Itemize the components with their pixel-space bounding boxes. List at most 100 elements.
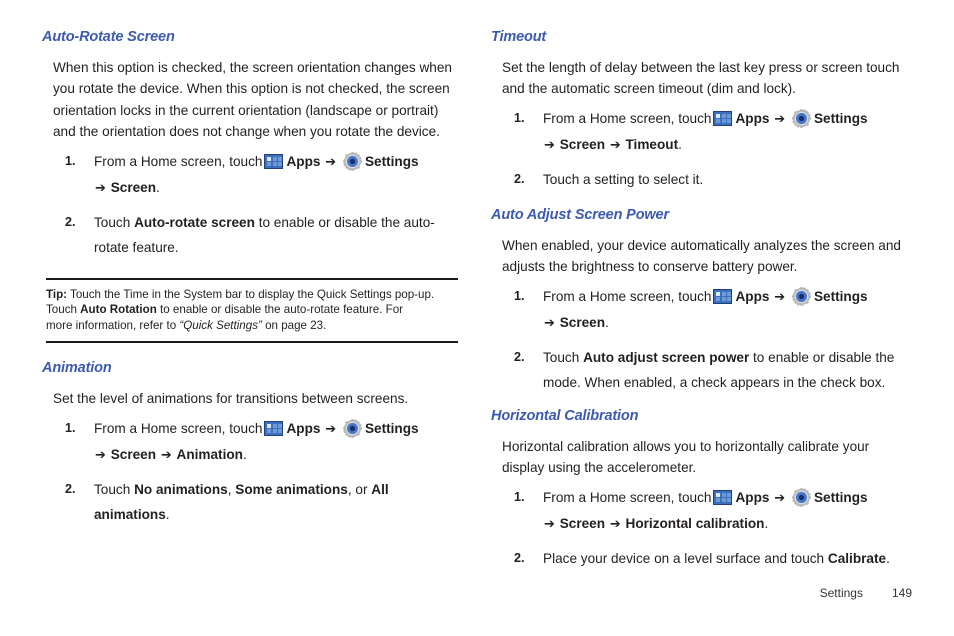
arrow-icon: ➔ (95, 180, 106, 196)
apps-grid-icon (264, 153, 284, 169)
section-auto-adjust-screen-power: Auto Adjust Screen Power When enabled, y… (491, 207, 911, 395)
apps-label: Apps (286, 153, 321, 169)
section-timeout: Timeout Set the length of delay between … (491, 29, 911, 192)
step-text: From a Home screen, touch Apps ➔ Settings… (94, 416, 462, 468)
section-intro: Horizontal calibration allows you to hor… (502, 438, 870, 476)
tip-line-2-pre: Touch (46, 303, 81, 317)
tip-bold-term: Auto Rotation (80, 303, 157, 317)
period: . (242, 446, 247, 462)
left-column: Auto-Rotate Screen When this option is c… (42, 29, 462, 541)
arrow-icon: ➔ (95, 447, 106, 463)
settings-label: Settings (813, 110, 868, 126)
step-number: 1. (514, 489, 525, 504)
tip-line-3-pre: more information, refer to (46, 318, 180, 332)
step-number: 1. (514, 110, 525, 125)
step-sep: , or (347, 481, 372, 497)
settings-label: Settings (364, 420, 419, 436)
period: . (156, 179, 160, 195)
page-title: Auto-Rotate Screen (42, 29, 175, 45)
apps-grid-icon (713, 110, 733, 126)
step-pre-text: Place your device on a level surface and… (543, 550, 828, 566)
arrow-icon: ➔ (609, 516, 621, 532)
step-text: Place your device on a level surface and… (543, 546, 911, 571)
tip-line: more information, refer to “Quick Settin… (46, 318, 458, 333)
tip-line: Touch Auto Rotation to enable or disable… (46, 302, 458, 317)
gear-icon (791, 487, 811, 507)
list-item: 2. Touch Auto-rotate screen to enable or… (42, 210, 462, 260)
gear-icon (342, 418, 362, 438)
step-lead-text: From a Home screen, touch (543, 110, 712, 126)
step-post-text: . (886, 550, 890, 566)
list-item: 2. Place your device on a level surface … (491, 546, 911, 571)
step-text: From a Home screen, touch Apps ➔ Settings… (543, 284, 911, 336)
page-title: Timeout (491, 29, 547, 45)
section-intro: Set the length of delay between the last… (502, 59, 900, 97)
period: . (678, 136, 682, 152)
apps-label: Apps (735, 288, 770, 304)
step-bold-term: Auto adjust screen power (583, 349, 750, 365)
tip-line-2-post: to enable or disable the auto-rotate fea… (156, 303, 404, 317)
step-pre-text: Touch (543, 349, 584, 365)
manual-page: Auto-Rotate Screen When this option is c… (0, 0, 954, 636)
step-text: Touch Auto adjust screen power to enable… (543, 345, 911, 395)
path-segment: Horizontal calibration (625, 515, 765, 531)
step-bold-term: Auto-rotate screen (134, 214, 255, 230)
step-text: Touch No animations, Some animations, or… (94, 477, 462, 527)
step-number: 2. (65, 214, 76, 229)
step-list: 1. From a Home screen, touch Apps ➔ Setti… (42, 149, 462, 260)
section-animation: Animation Set the level of animations fo… (42, 360, 462, 527)
step-text: From a Home screen, touch Apps ➔ Settings… (543, 106, 911, 158)
step-lead-text: From a Home screen, touch (94, 153, 263, 169)
tip-line-3-post: on page 23. (261, 318, 327, 332)
arrow-icon: ➔ (774, 490, 786, 506)
path-segment: Animation (176, 446, 243, 462)
arrow-icon: ➔ (609, 137, 621, 153)
section-auto-rotate-screen: Auto-Rotate Screen When this option is c… (42, 29, 462, 260)
step-lead-text: From a Home screen, touch (543, 288, 712, 304)
arrow-icon: ➔ (325, 154, 337, 170)
section-intro: When this option is checked, the screen … (53, 59, 452, 140)
gear-icon (791, 286, 811, 306)
footer-chapter-label: Settings (819, 586, 863, 600)
gear-icon (342, 151, 362, 171)
arrow-icon: ➔ (325, 421, 337, 437)
step-text: Touch Auto-rotate screen to enable or di… (94, 210, 462, 260)
step-lead-text: From a Home screen, touch (94, 420, 263, 436)
arrow-icon: ➔ (544, 137, 555, 153)
step-bold-term: Calibrate (827, 550, 887, 566)
apps-grid-icon (264, 420, 284, 436)
section-intro: When enabled, your device automatically … (502, 237, 901, 275)
step-post-text: . (165, 506, 170, 522)
settings-label: Settings (364, 153, 419, 169)
step-list: 1. From a Home screen, touch Apps ➔ Setti… (491, 485, 911, 571)
list-item: 2. Touch No animations, Some animations,… (42, 477, 462, 527)
step-number: 2. (514, 349, 525, 364)
arrow-icon: ➔ (160, 447, 172, 463)
step-text: Touch a setting to select it. (543, 171, 704, 187)
list-item: 1. From a Home screen, touch Apps ➔ Setti… (42, 416, 462, 468)
step-pre-text: Touch (94, 481, 135, 497)
step-number: 2. (65, 481, 76, 496)
list-item: 1. From a Home screen, touch Apps ➔ Setti… (491, 485, 911, 537)
list-item: 2. Touch Auto adjust screen power to ena… (491, 345, 911, 395)
tip-line: Tip: Touch the Time in the System bar to… (46, 287, 458, 302)
step-bold-term: Some animations (235, 481, 348, 497)
gear-icon (791, 108, 811, 128)
list-item: 1. From a Home screen, touch Apps ➔ Setti… (491, 106, 911, 158)
step-number: 2. (514, 550, 525, 565)
step-text: From a Home screen, touch Apps ➔ Settings… (543, 485, 911, 537)
page-title: Horizontal Calibration (491, 407, 639, 424)
settings-label: Settings (813, 288, 868, 304)
path-segment: Screen (559, 314, 606, 330)
step-number: 2. (514, 171, 525, 186)
path-segment: Timeout (625, 136, 679, 152)
tip-line-1: Touch the Time in the System bar to disp… (67, 287, 435, 301)
right-column: Timeout Set the length of delay between … (491, 29, 911, 580)
step-bold-term: No animations (134, 481, 228, 497)
period: . (764, 515, 769, 531)
page-footer: Settings 149 (820, 586, 912, 600)
path-segment: Screen (559, 136, 606, 152)
arrow-icon: ➔ (774, 289, 786, 305)
path-segment: Screen (110, 446, 157, 462)
step-number: 1. (514, 288, 525, 303)
